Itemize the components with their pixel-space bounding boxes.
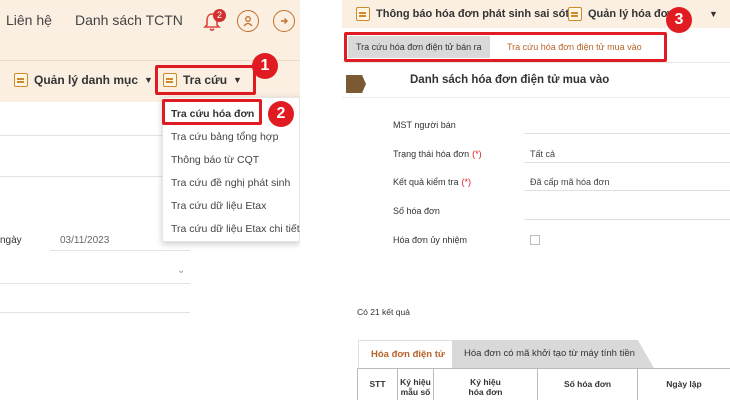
chevron-down-icon[interactable]: ⌄: [177, 265, 185, 276]
flag-icon: [346, 75, 366, 93]
caret-down-icon: ▼: [144, 75, 153, 85]
invoice-no-input[interactable]: [524, 219, 730, 220]
menu-invoice-mgmt[interactable]: Quản lý hóa đơn p ▼: [568, 7, 718, 21]
note-icon: [14, 73, 28, 87]
results-table: STT Ký hiệu mẫu số Ký hiệu hóa đơn Số hóa …: [357, 368, 730, 400]
invoice-no-label: Số hóa đơn: [393, 206, 440, 216]
notification-badge: 2: [213, 9, 226, 22]
highlight-box-lookup-menu: [155, 65, 256, 95]
left-panel: Liên hệ Danh sách TCTN 2 Quản lý danh mụ…: [0, 0, 300, 400]
divider: [0, 312, 190, 313]
date-label: ngày: [0, 235, 22, 246]
section-header: Danh sách hóa đơn điện tử mua vào: [342, 66, 730, 98]
status-select[interactable]: Tất cả: [530, 149, 555, 159]
dropdown-item-etax-lookup[interactable]: Tra cứu dữ liệu Etax: [171, 200, 266, 212]
menu-error-notice[interactable]: Thông báo hóa đơn phát sinh sai sót ▼: [356, 7, 584, 21]
col-header-stt: STT: [357, 369, 397, 400]
date-value[interactable]: 03/11/2023: [60, 235, 109, 246]
highlight-box-invoice-lookup: [162, 99, 262, 125]
logout-icon[interactable]: [273, 10, 295, 32]
col-header-invoice-no: Số hóa đơn: [537, 369, 637, 400]
nav-tctn-list-link[interactable]: Danh sách TCTN: [75, 12, 183, 28]
dropdown-item-cqt-notice[interactable]: Thông báo từ CQT: [171, 154, 259, 166]
check-result-label: Kết quả kiểm tra (*): [393, 177, 472, 187]
menu-category-mgmt-label: Quản lý danh mục: [34, 73, 139, 87]
dropdown-item-summary-lookup[interactable]: Tra cứu bảng tổng hợp: [171, 131, 279, 143]
col-header-invoice-symbol: Ký hiệu hóa đơn: [433, 369, 537, 400]
dropdown-item-etax-detail-lookup[interactable]: Tra cứu dữ liệu Etax chi tiết: [171, 223, 300, 235]
dropdown-item-request-lookup[interactable]: Tra cứu đề nghị phát sinh: [171, 177, 290, 189]
callout-number-1: 1: [252, 53, 278, 79]
top-nav-bar: Liên hệ Danh sách TCTN 2: [0, 0, 300, 60]
right-panel: Thông báo hóa đơn phát sinh sai sót ▼ Qu…: [342, 0, 730, 400]
date-underline: [50, 250, 190, 251]
authorized-checkbox[interactable]: [530, 235, 540, 245]
tab-cash-register-invoice[interactable]: Hóa đơn có mã khởi tạo từ máy tính tiền: [452, 340, 654, 368]
menu-error-notice-label: Thông báo hóa đơn phát sinh sai sót: [376, 8, 569, 20]
user-icon[interactable]: [237, 10, 259, 32]
status-label: Trạng thái hóa đơn (*): [393, 149, 482, 159]
note-icon: [356, 7, 370, 21]
caret-down-icon: ▼: [709, 9, 718, 19]
panel-gap: [300, 0, 342, 400]
nav-contact-link[interactable]: Liên hệ: [6, 12, 52, 28]
result-count: Có 21 kết quả: [357, 307, 410, 317]
divider: [0, 283, 190, 284]
callout-number-2: 2: [268, 101, 294, 127]
callout-number-3: 3: [666, 7, 692, 33]
check-result-select[interactable]: Đã cấp mã hóa đơn: [530, 177, 609, 187]
note-icon: [568, 7, 582, 21]
seller-tax-input[interactable]: [524, 133, 730, 134]
highlight-box-tabs: [344, 32, 667, 62]
check-result-underline: [524, 190, 730, 191]
col-header-created-date: Ngày lập: [637, 369, 730, 400]
authorized-label: Hóa đơn ủy nhiệm: [393, 235, 467, 245]
seller-tax-label: MST người bán: [393, 120, 456, 130]
tab-einvoice[interactable]: Hóa đơn điện tử: [358, 340, 458, 368]
section-title: Danh sách hóa đơn điện tử mua vào: [410, 74, 610, 86]
status-underline: [524, 162, 730, 163]
menu-category-mgmt[interactable]: Quản lý danh mục ▼: [14, 73, 153, 87]
col-header-template-symbol: Ký hiệu mẫu số: [397, 369, 433, 400]
